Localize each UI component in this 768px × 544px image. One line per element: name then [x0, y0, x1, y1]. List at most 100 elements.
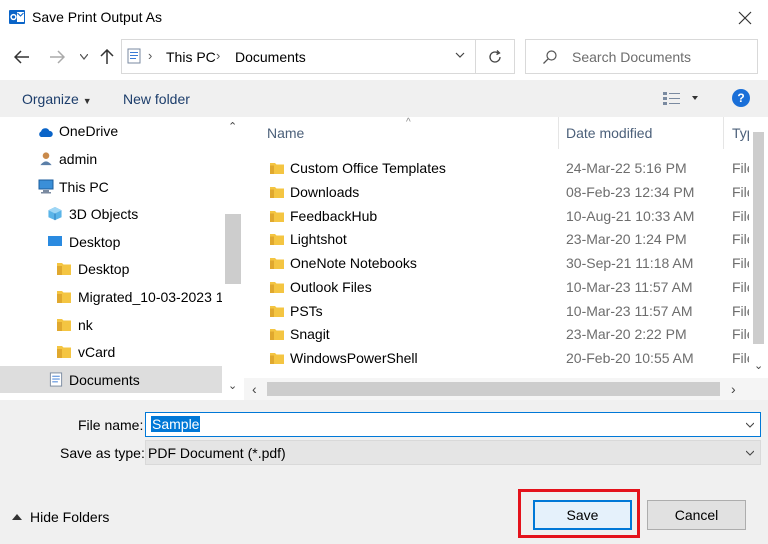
- folder-icon: [270, 163, 284, 174]
- user-icon: [40, 152, 52, 166]
- desktop-icon: [48, 236, 62, 246]
- arrow-up-icon[interactable]: [100, 49, 114, 65]
- close-button[interactable]: [722, 0, 768, 36]
- scrollbar-thumb[interactable]: [267, 382, 720, 396]
- file-date: 24-Mar-22 5:16 PM: [566, 160, 687, 176]
- file-name: Downloads: [290, 184, 360, 200]
- file-name-label: File name:: [78, 417, 144, 433]
- tree-label: OneDrive: [59, 123, 119, 139]
- file-name: Outlook Files: [290, 279, 372, 295]
- file-row[interactable]: WindowsPowerShell 20-Feb-20 10:55 AM Fil…: [244, 347, 768, 371]
- file-row[interactable]: PSTs 10-Mar-23 11:57 AM File: [244, 300, 768, 324]
- file-date: 10-Aug-21 10:33 AM: [566, 208, 695, 224]
- file-row[interactable]: Lightshot 23-Mar-20 1:24 PM File: [244, 228, 768, 252]
- chevron-down-icon[interactable]: [746, 421, 754, 429]
- tree-label: Desktop: [78, 261, 130, 277]
- hide-folders-button[interactable]: Hide Folders: [12, 509, 109, 525]
- arrow-right-icon[interactable]: [49, 50, 65, 64]
- tree-item-nk[interactable]: nk: [0, 311, 222, 338]
- scrollbar-thumb[interactable]: [753, 132, 764, 344]
- command-toolbar: Organize ▼ New folder ?: [0, 80, 768, 117]
- file-name: WindowsPowerShell: [290, 350, 418, 366]
- tree-item-this-pc[interactable]: This PC: [0, 173, 222, 200]
- scroll-left-icon[interactable]: ‹: [252, 381, 257, 397]
- file-row[interactable]: Outlook Files 10-Mar-23 11:57 AM File: [244, 276, 768, 300]
- cancel-button[interactable]: Cancel: [647, 500, 746, 530]
- tree-item-desktop[interactable]: Desktop: [0, 228, 222, 255]
- new-folder-button[interactable]: New folder: [123, 91, 190, 107]
- search-box[interactable]: Search Documents: [525, 39, 758, 74]
- breadcrumb-this-pc[interactable]: This PC: [166, 49, 216, 65]
- arrow-left-icon[interactable]: [14, 50, 30, 64]
- organize-button[interactable]: Organize ▼: [22, 91, 92, 107]
- tree-label: This PC: [59, 179, 109, 195]
- file-name: OneNote Notebooks: [290, 255, 417, 271]
- sort-ascending-icon: ^: [406, 117, 411, 128]
- file-row[interactable]: Downloads 08-Feb-23 12:34 PM File: [244, 181, 768, 205]
- scroll-down-icon[interactable]: ⌄: [228, 379, 237, 392]
- tree-label: admin: [59, 151, 98, 167]
- save-button[interactable]: Save: [533, 500, 632, 530]
- help-icon[interactable]: ?: [732, 89, 750, 107]
- file-name-value[interactable]: Sample: [151, 416, 201, 432]
- folder-icon: [270, 187, 284, 198]
- view-options-icon[interactable]: [662, 90, 682, 106]
- file-list[interactable]: ^ Name Date modified Typ Custom Office T…: [244, 117, 768, 400]
- tree-item-3d-objects[interactable]: 3D Objects: [0, 200, 222, 227]
- refresh-button[interactable]: [476, 39, 515, 74]
- file-row[interactable]: Custom Office Templates 24-Mar-22 5:16 P…: [244, 157, 768, 181]
- tree-item-admin[interactable]: admin: [0, 145, 222, 172]
- column-header-name[interactable]: Name: [267, 125, 304, 141]
- caret-down-icon: ▼: [82, 96, 92, 106]
- file-list-vertical-scrollbar[interactable]: ⌄: [749, 117, 768, 380]
- tree-item-onedrive[interactable]: OneDrive: [0, 117, 222, 144]
- column-divider[interactable]: [723, 117, 724, 149]
- tree-label: Documents: [69, 372, 140, 388]
- cloud-icon: [39, 128, 53, 137]
- caret-down-icon[interactable]: [692, 96, 698, 100]
- file-row[interactable]: OneNote Notebooks 30-Sep-21 11:18 AM Fil…: [244, 252, 768, 276]
- organize-label: Organize: [22, 91, 79, 107]
- tree-label: Desktop: [69, 234, 121, 250]
- breadcrumb-documents[interactable]: Documents: [235, 49, 306, 65]
- chevron-down-icon[interactable]: [746, 449, 754, 457]
- chevron-down-icon[interactable]: [80, 54, 88, 60]
- scrollbar-thumb[interactable]: [225, 214, 241, 284]
- chevron-down-icon[interactable]: [455, 50, 465, 60]
- tree-label: nk: [78, 317, 93, 333]
- folder-icon: [270, 353, 284, 364]
- scroll-right-icon[interactable]: ›: [731, 381, 736, 397]
- tree-item-migrated[interactable]: Migrated_10-03-2023 1: [0, 283, 224, 310]
- column-divider[interactable]: [558, 117, 559, 149]
- folder-icon: [57, 291, 71, 303]
- chevron-right-icon[interactable]: ›: [148, 48, 152, 63]
- folder-icon: [270, 329, 284, 340]
- scroll-down-icon[interactable]: ⌄: [754, 359, 763, 372]
- file-date: 08-Feb-23 12:34 PM: [566, 184, 695, 200]
- tree-item-desktop-folder[interactable]: Desktop: [0, 255, 222, 282]
- tree-label: 3D Objects: [69, 206, 139, 222]
- caret-up-icon: [12, 514, 22, 520]
- folder-icon: [57, 263, 71, 275]
- tree-item-vcard[interactable]: vCard: [0, 338, 222, 365]
- file-name: Lightshot: [290, 231, 347, 247]
- scroll-up-icon[interactable]: ⌃: [228, 120, 237, 133]
- file-date: 23-Mar-20 1:24 PM: [566, 231, 687, 247]
- file-date: 10-Mar-23 11:57 AM: [566, 303, 693, 319]
- file-list-horizontal-scrollbar[interactable]: ‹ ›: [244, 378, 768, 400]
- file-row[interactable]: FeedbackHub 10-Aug-21 10:33 AM File: [244, 205, 768, 229]
- file-name: FeedbackHub: [290, 208, 378, 224]
- file-date: 23-Mar-20 2:22 PM: [566, 326, 687, 342]
- save-as-type-select[interactable]: PDF Document (*.pdf): [145, 440, 761, 465]
- search-input[interactable]: Search Documents: [572, 49, 691, 65]
- folder-icon: [270, 306, 284, 317]
- tree-item-documents[interactable]: Documents: [0, 366, 222, 393]
- navigation-pane[interactable]: OneDrive admin This PC 3D Objects Deskto…: [0, 117, 244, 400]
- chevron-right-icon[interactable]: ›: [216, 48, 220, 63]
- column-header-date[interactable]: Date modified: [566, 125, 652, 141]
- file-name-field[interactable]: Sample: [145, 412, 761, 437]
- navigation-scrollbar[interactable]: ⌃ ⌄: [222, 117, 244, 400]
- save-as-type-value: PDF Document (*.pdf): [148, 445, 286, 461]
- address-bar[interactable]: › This PC › Documents: [121, 39, 476, 74]
- file-row[interactable]: Snagit 23-Mar-20 2:22 PM File: [244, 323, 768, 347]
